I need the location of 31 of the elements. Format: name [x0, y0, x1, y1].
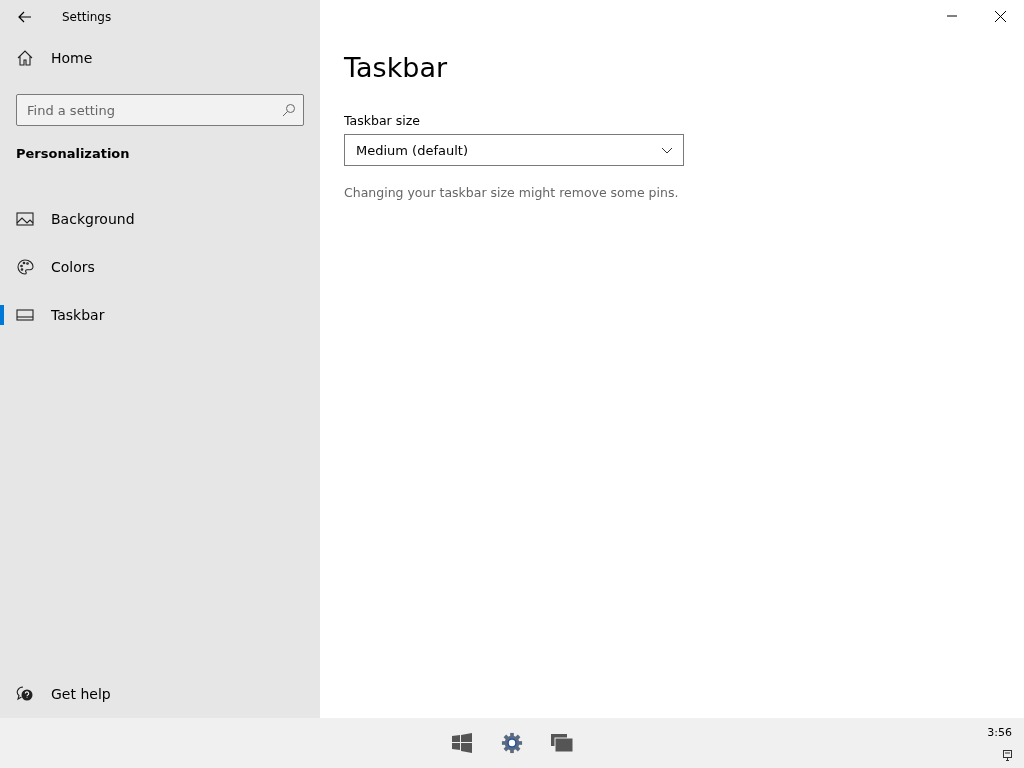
chevron-icon	[661, 146, 673, 154]
size-dropdown[interactable]: Medium (default)	[344, 134, 684, 166]
home-nav-item[interactable]: Home	[0, 34, 320, 82]
taskbar-icon	[16, 306, 34, 324]
nav-label: Background	[51, 211, 135, 227]
picture-icon	[16, 210, 34, 228]
help-icon	[16, 685, 34, 703]
clock: 3:56	[987, 726, 1012, 739]
window-title: Settings	[62, 10, 112, 24]
hint-text: Changing your taskbar size might remove some pins.	[344, 185, 679, 200]
nav-item[interactable]: Taskbar	[0, 291, 320, 339]
palette-icon	[16, 258, 34, 276]
nav-label: Taskbar	[51, 307, 105, 323]
stacked-windows-icon	[551, 734, 573, 752]
nav-label: Home	[51, 50, 93, 66]
field-label: Taskbar size	[344, 113, 420, 128]
nav-label: Colors	[51, 259, 95, 275]
nav-item[interactable]: Background	[0, 195, 320, 243]
nav-item[interactable]: Colors	[0, 243, 320, 291]
section-heading: Personalization	[15, 145, 131, 163]
nav-label: Get help	[51, 686, 111, 702]
close-icon	[994, 10, 1006, 22]
minimize-icon	[947, 15, 957, 17]
search-icon	[282, 103, 296, 117]
search-field[interactable]: Find a setting	[16, 94, 304, 126]
page-title: Taskbar	[344, 52, 448, 83]
windows-icon	[452, 733, 472, 753]
help-nav-item[interactable]: Get help	[0, 670, 320, 718]
home-icon	[16, 49, 34, 67]
tray-icon[interactable]	[1003, 750, 1012, 761]
gear-icon	[501, 731, 523, 755]
